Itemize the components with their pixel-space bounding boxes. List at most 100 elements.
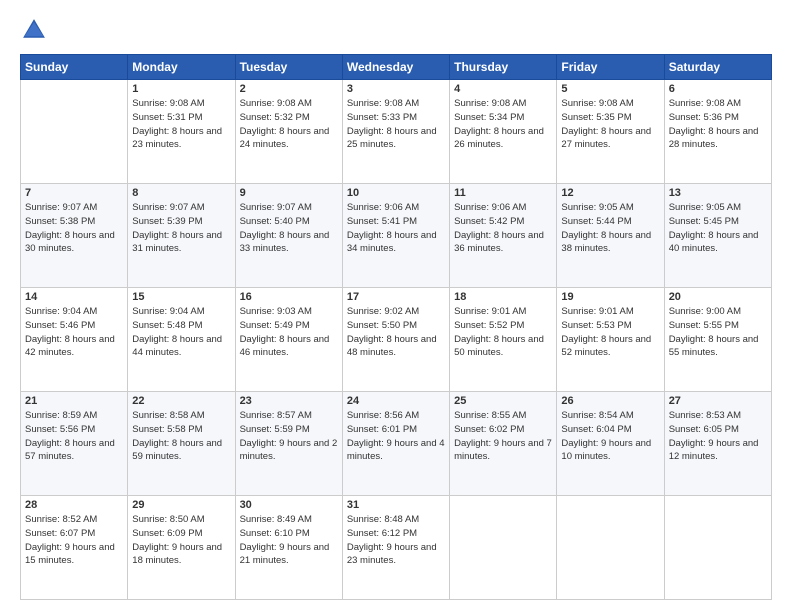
calendar-cell: 15Sunrise: 9:04 AMSunset: 5:48 PMDayligh… — [128, 288, 235, 392]
day-info: Sunrise: 9:06 AMSunset: 5:41 PMDaylight:… — [347, 201, 445, 256]
weekday-header-monday: Monday — [128, 55, 235, 80]
day-info: Sunrise: 9:05 AMSunset: 5:44 PMDaylight:… — [561, 201, 659, 256]
day-info: Sunrise: 9:04 AMSunset: 5:48 PMDaylight:… — [132, 305, 230, 360]
calendar-cell: 31 Sunrise: 8:48 AMSunset: 6:12 PMDayligh… — [342, 496, 449, 600]
day-number: 16 — [240, 291, 338, 303]
calendar-week-4: 21 Sunrise: 8:59 AMSunset: 5:56 PMDayligh… — [21, 392, 772, 496]
day-info: Sunrise: 9:06 AMSunset: 5:42 PMDaylight:… — [454, 201, 552, 256]
day-info: Sunrise: 9:05 AMSunset: 5:45 PMDaylight:… — [669, 201, 767, 256]
calendar-cell: 16 Sunrise: 9:03 AMSunset: 5:49 PMDayligh… — [235, 288, 342, 392]
day-info: Sunrise: 9:01 AMSunset: 5:52 PMDaylight:… — [454, 305, 552, 360]
calendar-cell: 4Sunrise: 9:08 AMSunset: 5:34 PMDaylight… — [450, 80, 557, 184]
day-number: 17 — [347, 291, 445, 303]
calendar-cell: 22 Sunrise: 8:58 AMSunset: 5:58 PMDayligh… — [128, 392, 235, 496]
calendar-cell: 12 Sunrise: 9:05 AMSunset: 5:44 PMDayligh… — [557, 184, 664, 288]
day-number: 28 — [25, 499, 123, 511]
page-header — [20, 16, 772, 44]
weekday-header-friday: Friday — [557, 55, 664, 80]
day-info: Sunrise: 8:58 AMSunset: 5:58 PMDaylight:… — [132, 409, 230, 464]
day-number: 8 — [132, 187, 230, 199]
day-info: Sunrise: 8:50 AMSunset: 6:09 PMDaylight:… — [132, 513, 230, 568]
day-number: 2 — [240, 83, 338, 95]
calendar-cell: 28 Sunrise: 8:52 AMSunset: 6:07 PMDayligh… — [21, 496, 128, 600]
day-number: 20 — [669, 291, 767, 303]
weekday-header-saturday: Saturday — [664, 55, 771, 80]
calendar-week-5: 28 Sunrise: 8:52 AMSunset: 6:07 PMDayligh… — [21, 496, 772, 600]
day-info: Sunrise: 9:02 AMSunset: 5:50 PMDaylight:… — [347, 305, 445, 360]
weekday-header-wednesday: Wednesday — [342, 55, 449, 80]
day-info: Sunrise: 9:07 AMSunset: 5:40 PMDaylight:… — [240, 201, 338, 256]
day-number: 11 — [454, 187, 552, 199]
day-info: Sunrise: 9:07 AMSunset: 5:39 PMDaylight:… — [132, 201, 230, 256]
day-info: Sunrise: 9:04 AMSunset: 5:46 PMDaylight:… — [25, 305, 123, 360]
day-info: Sunrise: 8:57 AMSunset: 5:59 PMDaylight:… — [240, 409, 338, 464]
day-number: 10 — [347, 187, 445, 199]
day-number: 5 — [561, 83, 659, 95]
day-number: 23 — [240, 395, 338, 407]
day-number: 14 — [25, 291, 123, 303]
day-info: Sunrise: 9:01 AMSunset: 5:53 PMDaylight:… — [561, 305, 659, 360]
calendar-cell: 18Sunrise: 9:01 AMSunset: 5:52 PMDayligh… — [450, 288, 557, 392]
calendar-cell — [557, 496, 664, 600]
day-number: 29 — [132, 499, 230, 511]
calendar-cell: 2 Sunrise: 9:08 AMSunset: 5:32 PMDaylight… — [235, 80, 342, 184]
day-number: 25 — [454, 395, 552, 407]
calendar-cell — [450, 496, 557, 600]
day-info: Sunrise: 9:08 AMSunset: 5:31 PMDaylight:… — [132, 97, 230, 152]
calendar-header-row: SundayMondayTuesdayWednesdayThursdayFrid… — [21, 55, 772, 80]
day-info: Sunrise: 9:08 AMSunset: 5:36 PMDaylight:… — [669, 97, 767, 152]
weekday-header-thursday: Thursday — [450, 55, 557, 80]
day-info: Sunrise: 8:52 AMSunset: 6:07 PMDaylight:… — [25, 513, 123, 568]
day-info: Sunrise: 9:03 AMSunset: 5:49 PMDaylight:… — [240, 305, 338, 360]
calendar-cell: 17 Sunrise: 9:02 AMSunset: 5:50 PMDayligh… — [342, 288, 449, 392]
calendar-cell: 23 Sunrise: 8:57 AMSunset: 5:59 PMDayligh… — [235, 392, 342, 496]
day-number: 21 — [25, 395, 123, 407]
day-number: 7 — [25, 187, 123, 199]
calendar-cell: 10 Sunrise: 9:06 AMSunset: 5:41 PMDayligh… — [342, 184, 449, 288]
calendar-cell: 7Sunrise: 9:07 AMSunset: 5:38 PMDaylight… — [21, 184, 128, 288]
day-info: Sunrise: 8:48 AMSunset: 6:12 PMDaylight:… — [347, 513, 445, 568]
calendar-cell: 11 Sunrise: 9:06 AMSunset: 5:42 PMDayligh… — [450, 184, 557, 288]
calendar-cell: 25Sunrise: 8:55 AMSunset: 6:02 PMDayligh… — [450, 392, 557, 496]
calendar-cell: 30Sunrise: 8:49 AMSunset: 6:10 PMDayligh… — [235, 496, 342, 600]
day-number: 4 — [454, 83, 552, 95]
calendar-cell: 1Sunrise: 9:08 AMSunset: 5:31 PMDaylight… — [128, 80, 235, 184]
calendar-cell: 26 Sunrise: 8:54 AMSunset: 6:04 PMDayligh… — [557, 392, 664, 496]
calendar-cell: 8 Sunrise: 9:07 AMSunset: 5:39 PMDaylight… — [128, 184, 235, 288]
day-info: Sunrise: 9:08 AMSunset: 5:32 PMDaylight:… — [240, 97, 338, 152]
calendar-cell: 13 Sunrise: 9:05 AMSunset: 5:45 PMDayligh… — [664, 184, 771, 288]
weekday-header-tuesday: Tuesday — [235, 55, 342, 80]
calendar-cell: 14 Sunrise: 9:04 AMSunset: 5:46 PMDayligh… — [21, 288, 128, 392]
day-info: Sunrise: 8:59 AMSunset: 5:56 PMDaylight:… — [25, 409, 123, 464]
day-number: 3 — [347, 83, 445, 95]
day-info: Sunrise: 9:00 AMSunset: 5:55 PMDaylight:… — [669, 305, 767, 360]
calendar-cell — [664, 496, 771, 600]
day-info: Sunrise: 8:54 AMSunset: 6:04 PMDaylight:… — [561, 409, 659, 464]
calendar-cell: 3Sunrise: 9:08 AMSunset: 5:33 PMDaylight… — [342, 80, 449, 184]
calendar-cell: 24 Sunrise: 8:56 AMSunset: 6:01 PMDayligh… — [342, 392, 449, 496]
day-number: 31 — [347, 499, 445, 511]
calendar-cell: 5 Sunrise: 9:08 AMSunset: 5:35 PMDaylight… — [557, 80, 664, 184]
calendar-cell: 19Sunrise: 9:01 AMSunset: 5:53 PMDayligh… — [557, 288, 664, 392]
calendar-week-2: 7Sunrise: 9:07 AMSunset: 5:38 PMDaylight… — [21, 184, 772, 288]
weekday-header-sunday: Sunday — [21, 55, 128, 80]
day-number: 26 — [561, 395, 659, 407]
calendar-cell: 6 Sunrise: 9:08 AMSunset: 5:36 PMDaylight… — [664, 80, 771, 184]
day-number: 6 — [669, 83, 767, 95]
day-info: Sunrise: 8:56 AMSunset: 6:01 PMDaylight:… — [347, 409, 445, 464]
day-info: Sunrise: 9:08 AMSunset: 5:35 PMDaylight:… — [561, 97, 659, 152]
calendar-cell: 9Sunrise: 9:07 AMSunset: 5:40 PMDaylight… — [235, 184, 342, 288]
calendar-week-1: 1Sunrise: 9:08 AMSunset: 5:31 PMDaylight… — [21, 80, 772, 184]
calendar-cell: 20 Sunrise: 9:00 AMSunset: 5:55 PMDayligh… — [664, 288, 771, 392]
calendar-cell: 21 Sunrise: 8:59 AMSunset: 5:56 PMDayligh… — [21, 392, 128, 496]
day-number: 22 — [132, 395, 230, 407]
calendar-cell: 27Sunrise: 8:53 AMSunset: 6:05 PMDayligh… — [664, 392, 771, 496]
day-number: 13 — [669, 187, 767, 199]
day-number: 24 — [347, 395, 445, 407]
calendar-cell — [21, 80, 128, 184]
calendar-cell: 29 Sunrise: 8:50 AMSunset: 6:09 PMDayligh… — [128, 496, 235, 600]
calendar-week-3: 14 Sunrise: 9:04 AMSunset: 5:46 PMDayligh… — [21, 288, 772, 392]
logo — [20, 16, 52, 44]
day-number: 12 — [561, 187, 659, 199]
calendar-table: SundayMondayTuesdayWednesdayThursdayFrid… — [20, 54, 772, 600]
